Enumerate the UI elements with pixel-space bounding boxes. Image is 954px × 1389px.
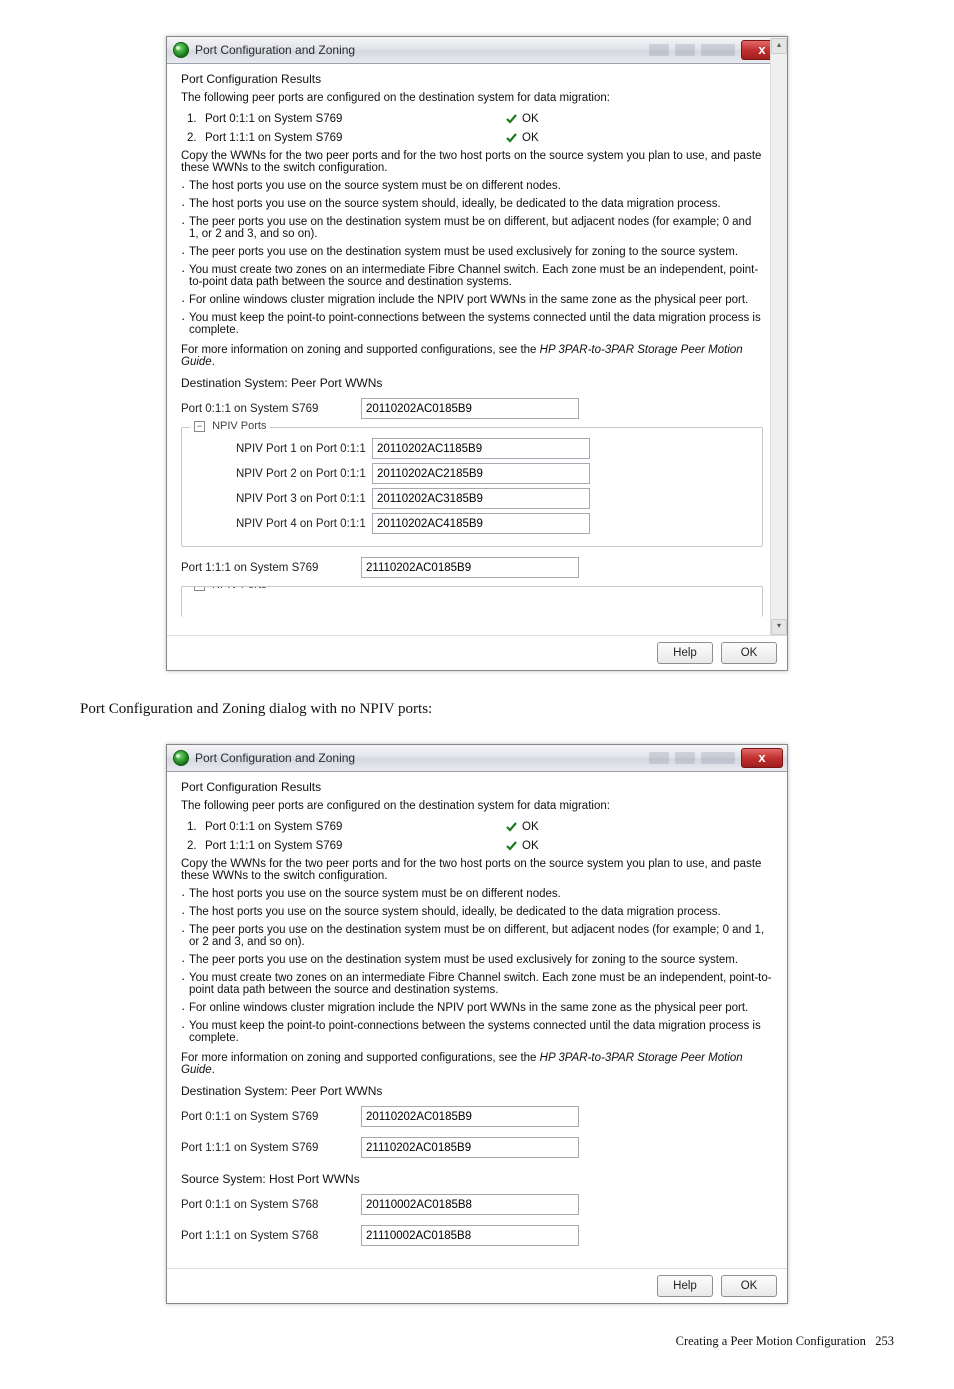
wwn-row: Port 1:1:1 on System S769 — [181, 1137, 773, 1158]
figure-caption: Port Configuration and Zoning dialog wit… — [80, 701, 894, 718]
copy-paragraph: Copy the WWNs for the two peer ports and… — [181, 858, 773, 882]
close-button[interactable]: x — [741, 748, 783, 768]
app-icon — [173, 42, 189, 58]
wwn-input[interactable] — [361, 557, 579, 578]
port-config-dialog-top: Port Configuration and Zoning x ▴ ▾ Port… — [166, 36, 788, 671]
bullet-item: The host ports you use on the source sys… — [181, 180, 763, 192]
bullet-item: The peer ports you use on the destinatio… — [181, 954, 773, 966]
npiv-ports-group: − NPIV Ports NPIV Port 1 on Port 0:1:1 N… — [181, 427, 763, 547]
wwn-input[interactable] — [372, 513, 590, 534]
bullet-item: The peer ports you use on the destinatio… — [181, 216, 763, 240]
wwn-input[interactable] — [361, 1106, 579, 1127]
npiv-row: NPIV Port 4 on Port 0:1:1 — [236, 513, 752, 534]
bullet-item: The peer ports you use on the destinatio… — [181, 924, 773, 948]
bullet-item: The host ports you use on the source sys… — [181, 198, 763, 210]
wwn-input[interactable] — [372, 463, 590, 484]
collapse-toggle-icon[interactable]: − — [194, 421, 205, 432]
wwn-row: Port 0:1:1 on System S769 — [181, 398, 763, 419]
check-icon — [505, 839, 518, 852]
dialog-footer: Help OK — [167, 1268, 787, 1303]
scrollbar[interactable]: ▴ ▾ — [770, 38, 787, 635]
app-icon — [173, 750, 189, 766]
more-info-paragraph: For more information on zoning and suppo… — [181, 344, 763, 368]
source-system-heading: Source System: Host Port WWNs — [181, 1172, 773, 1186]
bullet-item: The host ports you use on the source sys… — [181, 888, 773, 900]
npiv-row: NPIV Port 2 on Port 0:1:1 — [236, 463, 752, 484]
bullet-item: You must keep the point-to point-connect… — [181, 1020, 773, 1044]
expand-toggle-icon[interactable]: + — [194, 586, 205, 591]
titlebar[interactable]: Port Configuration and Zoning x — [167, 745, 787, 772]
bullet-item: You must create two zones on an intermed… — [181, 264, 763, 288]
dest-system-heading: Destination System: Peer Port WWNs — [181, 376, 763, 390]
port-config-dialog-bottom: Port Configuration and Zoning x Port Con… — [166, 744, 788, 1304]
groupbox-legend: NPIV Ports — [212, 586, 266, 591]
wwn-input[interactable] — [361, 1194, 579, 1215]
wwn-input[interactable] — [361, 1225, 579, 1246]
more-info-paragraph: For more information on zoning and suppo… — [181, 1052, 773, 1076]
titlebar-decoration — [701, 44, 735, 56]
titlebar-decoration — [701, 752, 735, 764]
section-port-config-results: Port Configuration Results — [181, 72, 763, 86]
help-button[interactable]: Help — [657, 1275, 713, 1297]
npiv-row: NPIV Port 3 on Port 0:1:1 — [236, 488, 752, 509]
ok-button[interactable]: OK — [721, 1275, 777, 1297]
bullet-list: The host ports you use on the source sys… — [181, 180, 763, 336]
bullet-list: The host ports you use on the source sys… — [181, 888, 773, 1044]
window-title: Port Configuration and Zoning — [195, 43, 355, 57]
titlebar-decoration — [675, 44, 695, 56]
configured-port-row: 2. Port 1:1:1 on System S769 OK — [181, 839, 773, 852]
wwn-input[interactable] — [361, 398, 579, 419]
bullet-item: You must keep the point-to point-connect… — [181, 312, 763, 336]
check-icon — [505, 820, 518, 833]
scroll-down-icon[interactable]: ▾ — [771, 619, 787, 635]
check-icon — [505, 112, 518, 125]
window-title: Port Configuration and Zoning — [195, 751, 355, 765]
titlebar[interactable]: Port Configuration and Zoning x — [167, 37, 787, 64]
npiv-ports-group-collapsed: + NPIV Ports — [181, 586, 763, 617]
wwn-row: Port 0:1:1 on System S768 — [181, 1194, 773, 1215]
wwn-input[interactable] — [361, 1137, 579, 1158]
dialog-footer: Help OK — [167, 635, 787, 670]
configured-port-row: 2. Port 1:1:1 on System S769 OK — [181, 131, 763, 144]
wwn-row: Port 1:1:1 on System S769 — [181, 557, 763, 578]
doc-footer: Creating a Peer Motion Configuration 253 — [60, 1334, 894, 1349]
wwn-row: Port 0:1:1 on System S769 — [181, 1106, 773, 1127]
wwn-row: Port 1:1:1 on System S768 — [181, 1225, 773, 1246]
scroll-up-icon[interactable]: ▴ — [771, 38, 787, 54]
bullet-item: For online windows cluster migration inc… — [181, 1002, 773, 1014]
copy-paragraph: Copy the WWNs for the two peer ports and… — [181, 150, 763, 174]
bullet-item: The peer ports you use on the destinatio… — [181, 246, 763, 258]
groupbox-legend: NPIV Ports — [212, 420, 266, 432]
section-port-config-results: Port Configuration Results — [181, 780, 773, 794]
titlebar-decoration — [675, 752, 695, 764]
configured-port-row: 1. Port 0:1:1 on System S769 OK — [181, 112, 763, 125]
npiv-row: NPIV Port 1 on Port 0:1:1 — [236, 438, 752, 459]
wwn-input[interactable] — [372, 438, 590, 459]
titlebar-decoration — [649, 44, 669, 56]
ok-button[interactable]: OK — [721, 642, 777, 664]
check-icon — [505, 131, 518, 144]
configured-port-row: 1. Port 0:1:1 on System S769 OK — [181, 820, 773, 833]
lead-text: The following peer ports are configured … — [181, 800, 773, 812]
titlebar-decoration — [649, 752, 669, 764]
bullet-item: The host ports you use on the source sys… — [181, 906, 773, 918]
dest-system-heading: Destination System: Peer Port WWNs — [181, 1084, 773, 1098]
bullet-item: For online windows cluster migration inc… — [181, 294, 763, 306]
wwn-input[interactable] — [372, 488, 590, 509]
bullet-item: You must create two zones on an intermed… — [181, 972, 773, 996]
help-button[interactable]: Help — [657, 642, 713, 664]
lead-text: The following peer ports are configured … — [181, 92, 763, 104]
